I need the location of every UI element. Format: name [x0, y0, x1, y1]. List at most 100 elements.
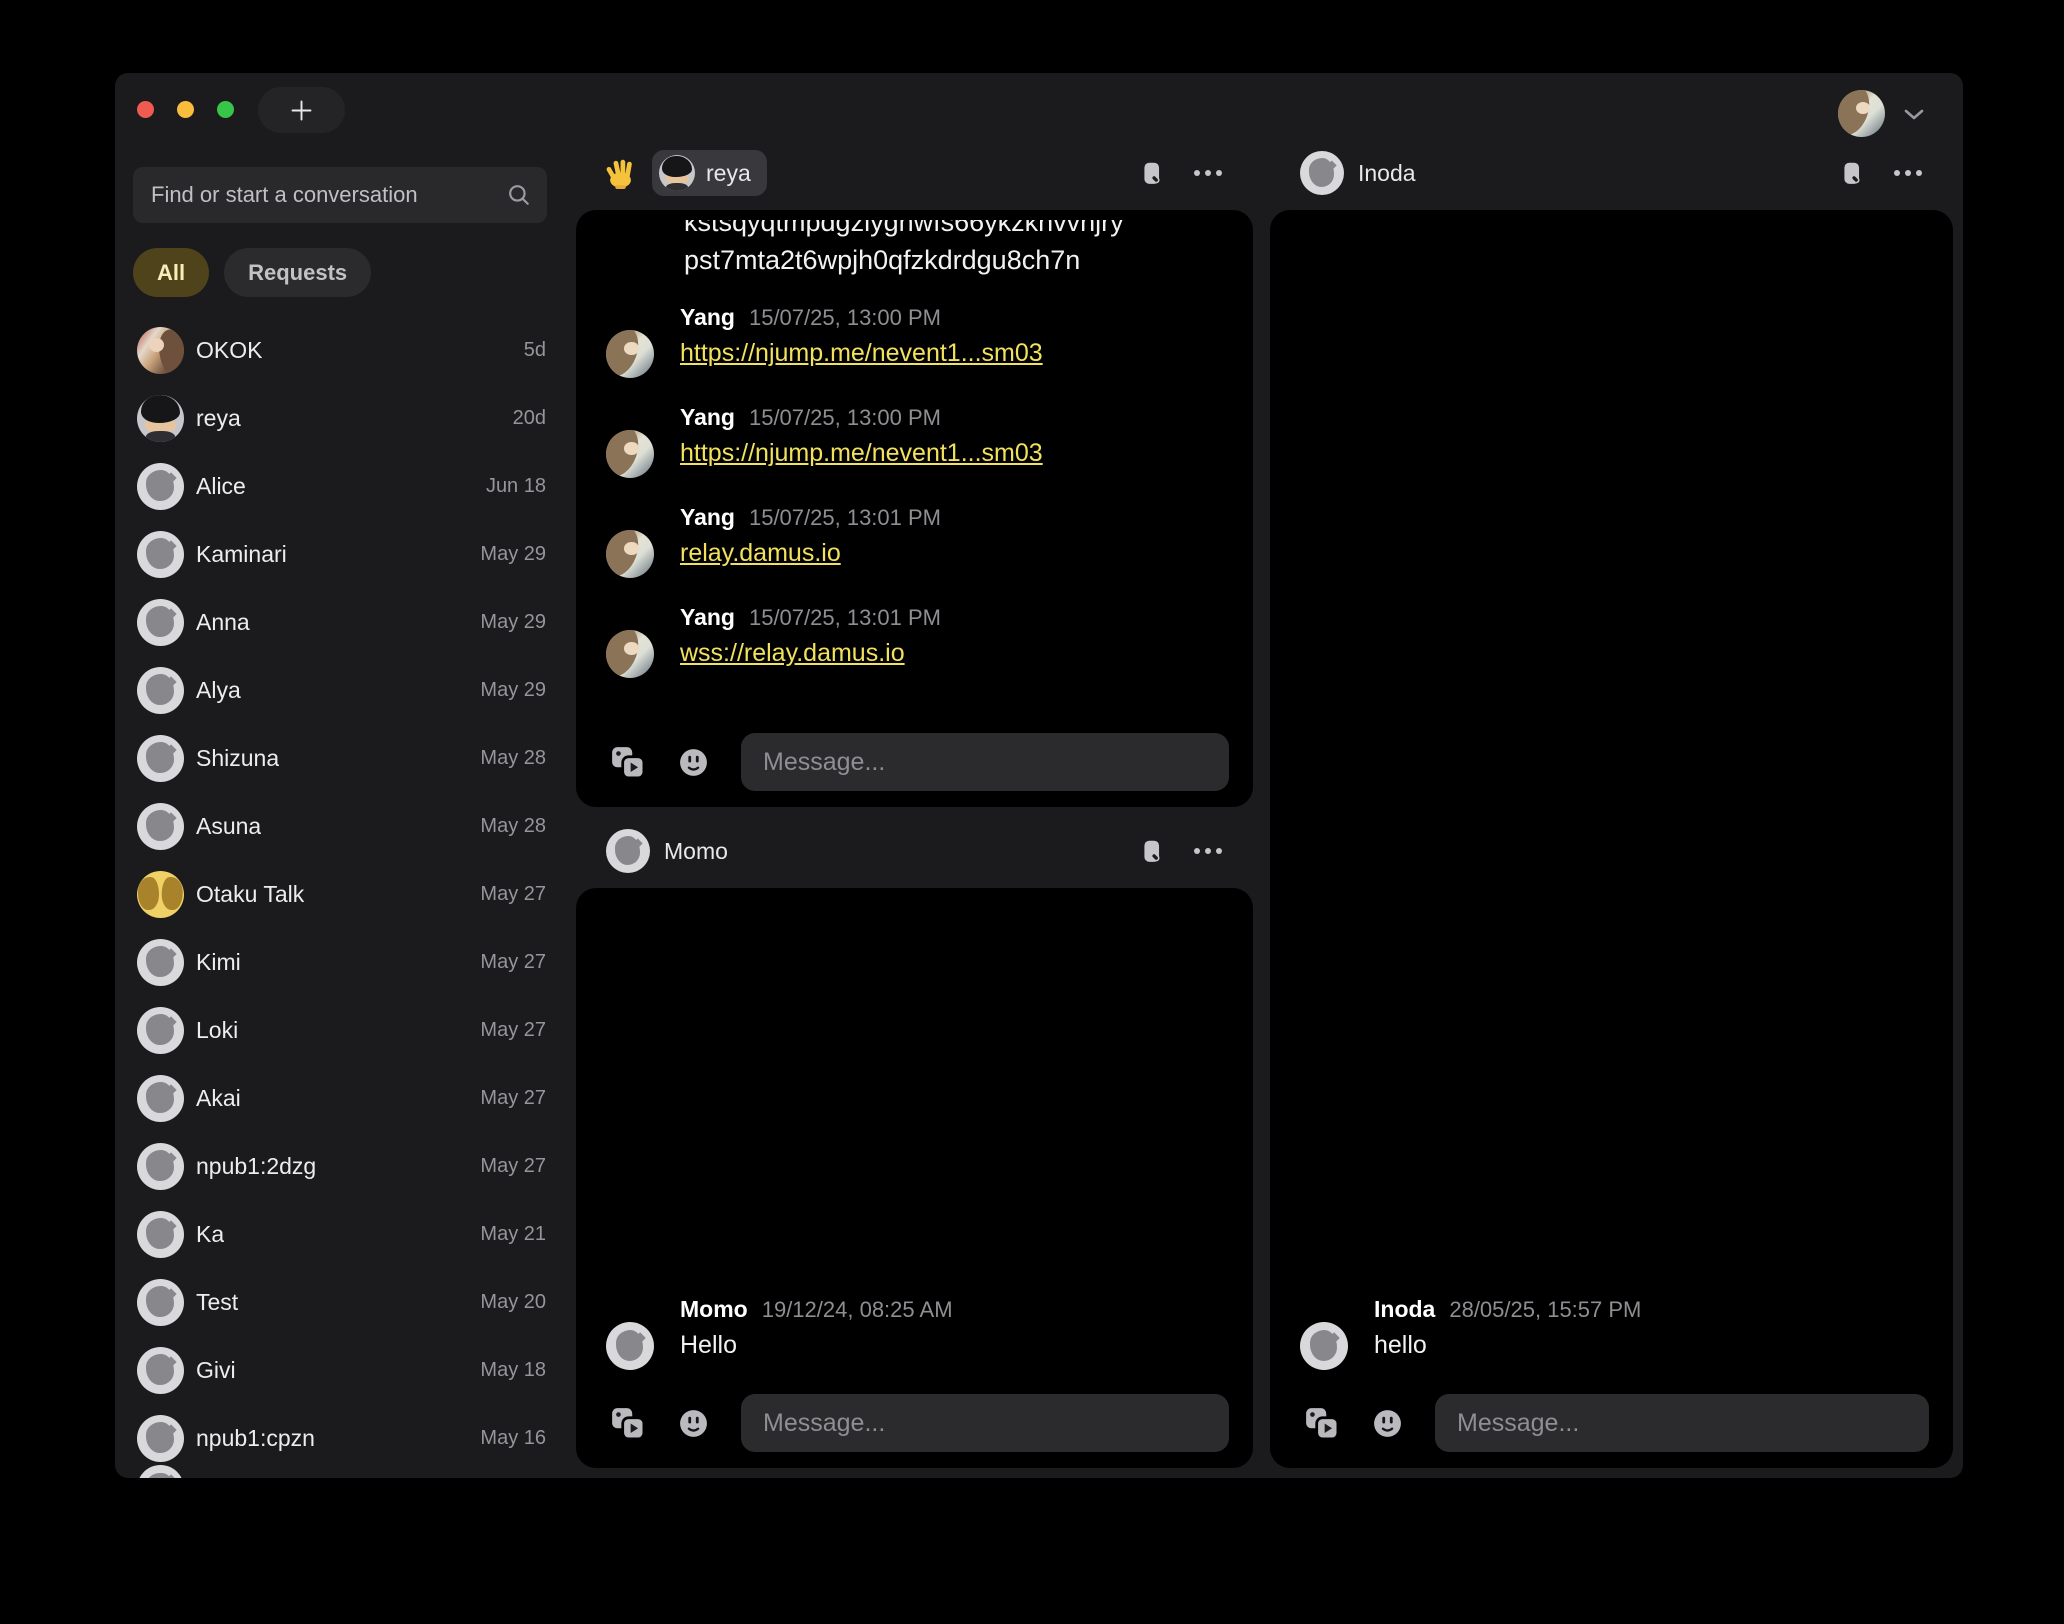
message-timestamp: 19/12/24, 08:25 AM — [762, 1297, 953, 1323]
message-link[interactable]: https://njump.me/nevent1...sm03 — [680, 439, 1043, 468]
conversation-date: May 27 — [480, 1019, 546, 1042]
zoom-button[interactable] — [217, 101, 234, 118]
user-menu[interactable] — [1838, 90, 1925, 137]
avatar — [137, 871, 184, 918]
list-item[interactable]: Anna May 29 — [115, 588, 575, 656]
media-icon[interactable] — [1304, 1405, 1340, 1441]
message-scrollback-tail: kstsqyqtmpdgzlygnwfs66ykzkhvvnjry pst7mt… — [684, 220, 1229, 278]
note-compose-icon[interactable] — [1139, 838, 1165, 864]
message-link[interactable]: wss://relay.damus.io — [680, 639, 905, 668]
filter-all[interactable]: All — [133, 248, 209, 297]
conversation-date: May 27 — [480, 883, 546, 906]
message-timestamp: 15/07/25, 13:01 PM — [749, 605, 941, 631]
message: Momo 19/12/24, 08:25 AM Hello — [606, 1296, 1229, 1370]
message-text: hello — [1374, 1331, 1641, 1360]
more-icon[interactable] — [1193, 169, 1223, 177]
message-timestamp: 15/07/25, 13:00 PM — [749, 305, 941, 331]
avatar — [137, 803, 184, 850]
message-line: pst7mta2t6wpjh0qfzkdrdgu8ch7n — [684, 242, 1229, 278]
list-item[interactable]: Alya May 29 — [115, 656, 575, 724]
yang-avatar[interactable] — [606, 330, 654, 378]
chat-card-reya: kstsqyqtmpdgzlygnwfs66ykzkhvvnjry pst7mt… — [576, 210, 1253, 807]
list-item[interactable]: Ka May 21 — [115, 1200, 575, 1268]
message: Yang 15/07/25, 13:00 PM https://njump.me… — [606, 404, 1229, 478]
conversation-date: 20d — [513, 407, 546, 430]
message-sender: Inoda — [1374, 1296, 1435, 1323]
conversation-name: Akai — [196, 1085, 241, 1112]
app-window: All Requests OKOK 5d reya 20d Alice Jun … — [115, 73, 1963, 1478]
current-user-avatar[interactable] — [1838, 90, 1885, 137]
message-input[interactable] — [741, 733, 1229, 791]
conversation-date: May 28 — [480, 747, 546, 770]
message-sender: Yang — [680, 604, 735, 631]
new-chat-button[interactable] — [258, 87, 345, 133]
list-item[interactable]: OKOK 5d — [115, 316, 575, 384]
search-icon — [507, 183, 531, 207]
more-icon[interactable] — [1893, 169, 1923, 177]
message-input[interactable] — [1435, 1394, 1929, 1452]
conversation-date: May 28 — [480, 815, 546, 838]
conversation-name: Ka — [196, 1221, 224, 1248]
list-item-partially-scrolled[interactable] — [137, 1465, 184, 1478]
momo-avatar[interactable] — [606, 1322, 654, 1370]
message: Yang 15/07/25, 13:01 PM wss://relay.damu… — [606, 604, 1229, 678]
avatar — [137, 1279, 184, 1326]
conversation-name: npub1:cpzn — [196, 1425, 315, 1452]
emoji-icon[interactable] — [678, 1408, 709, 1439]
list-item[interactable]: Kaminari May 29 — [115, 520, 575, 588]
more-icon[interactable] — [1193, 847, 1223, 855]
reya-avatar — [659, 155, 695, 191]
inoda-avatar[interactable] — [1300, 151, 1344, 195]
message-sender: Momo — [680, 1296, 748, 1323]
momo-avatar[interactable] — [606, 829, 650, 873]
note-compose-icon[interactable] — [1839, 160, 1865, 186]
filter-requests[interactable]: Requests — [224, 248, 371, 297]
list-item[interactable]: Kimi May 27 — [115, 928, 575, 996]
emoji-icon[interactable] — [678, 747, 709, 778]
yang-avatar[interactable] — [606, 630, 654, 678]
conversation-date: May 21 — [480, 1223, 546, 1246]
conversation-name: Otaku Talk — [196, 881, 304, 908]
list-item[interactable]: npub1:cpzn May 16 — [115, 1404, 575, 1472]
chat-card-inoda: Inoda 28/05/25, 15:57 PM hello — [1270, 210, 1953, 1468]
yang-avatar[interactable] — [606, 530, 654, 578]
list-item[interactable]: Asuna May 28 — [115, 792, 575, 860]
message-link[interactable]: https://njump.me/nevent1...sm03 — [680, 339, 1043, 368]
list-item[interactable]: reya 20d — [115, 384, 575, 452]
inoda-avatar[interactable] — [1300, 1322, 1348, 1370]
close-button[interactable] — [137, 101, 154, 118]
media-icon[interactable] — [610, 744, 646, 780]
conversation-name: Asuna — [196, 813, 261, 840]
chat-header-inoda: Inoda — [1270, 143, 1953, 203]
conversation-name: Anna — [196, 609, 250, 636]
message-link[interactable]: relay.damus.io — [680, 539, 841, 568]
clipped-message-line: kstsqyqtmpdgzlygnwfs66ykzkhvvnjry — [684, 220, 1229, 240]
list-item[interactable]: Akai May 27 — [115, 1064, 575, 1132]
conversation-name: OKOK — [196, 337, 262, 364]
note-compose-icon[interactable] — [1139, 160, 1165, 186]
list-item[interactable]: npub1:2dzg May 27 — [115, 1132, 575, 1200]
chat-title: Momo — [664, 838, 728, 865]
list-item[interactable]: Givi May 18 — [115, 1336, 575, 1404]
list-item[interactable]: Shizuna May 28 — [115, 724, 575, 792]
list-item[interactable]: Otaku Talk May 27 — [115, 860, 575, 928]
media-icon[interactable] — [610, 1405, 646, 1441]
chat-title-pill-reya[interactable]: reya — [652, 150, 767, 196]
avatar — [137, 599, 184, 646]
minimize-button[interactable] — [177, 101, 194, 118]
chat-title: reya — [706, 160, 751, 187]
conversation-date: May 18 — [480, 1359, 546, 1382]
chat-column-reya-momo: reya kstsqyqtmpdgzlygnwfs66ykzkhvvnjry p… — [576, 73, 1253, 1478]
conversation-name: Kaminari — [196, 541, 287, 568]
message-timestamp: 15/07/25, 13:00 PM — [749, 405, 941, 431]
conversation-name: Test — [196, 1289, 238, 1316]
search-input[interactable] — [133, 182, 507, 208]
avatar — [137, 1007, 184, 1054]
list-item[interactable]: Test May 20 — [115, 1268, 575, 1336]
list-item[interactable]: Alice Jun 18 — [115, 452, 575, 520]
message-input[interactable] — [741, 1394, 1229, 1452]
list-item[interactable]: Loki May 27 — [115, 996, 575, 1064]
yang-avatar[interactable] — [606, 430, 654, 478]
conversation-date: 5d — [524, 339, 546, 362]
emoji-icon[interactable] — [1372, 1408, 1403, 1439]
